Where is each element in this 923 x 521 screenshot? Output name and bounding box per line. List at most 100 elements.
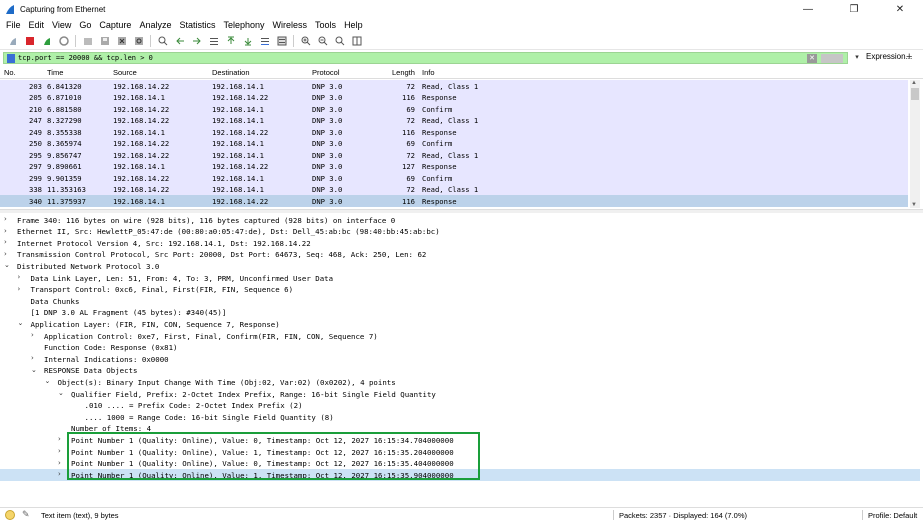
- menu-file[interactable]: File: [6, 20, 21, 30]
- detail-tree-item[interactable]: › Application Control: 0xe7, First, Final…: [0, 330, 920, 342]
- first-packet-icon[interactable]: [225, 35, 237, 47]
- menu-capture[interactable]: Capture: [99, 20, 131, 30]
- menu-edit[interactable]: Edit: [29, 20, 45, 30]
- scroll-up-icon[interactable]: ▲: [911, 80, 917, 86]
- menu-go[interactable]: Go: [79, 20, 91, 30]
- clear-filter-icon[interactable]: ✕: [807, 54, 817, 63]
- capture-comment-icon[interactable]: ✎: [22, 509, 30, 520]
- detail-tree-item[interactable]: ⌄ Application Layer: (FIR, FIN, CON, Sequ…: [0, 318, 920, 330]
- stop-capture-icon[interactable]: [24, 35, 36, 47]
- zoom-reset-icon[interactable]: [334, 35, 346, 47]
- menu-analyze[interactable]: Analyze: [139, 20, 171, 30]
- packet-row[interactable]: 295 9.856747 192.168.14.22 192.168.14.1 DNP …: [0, 149, 908, 161]
- column-header-protocol[interactable]: Protocol: [312, 68, 340, 77]
- menu-wireless[interactable]: Wireless: [273, 20, 308, 30]
- menu-statistics[interactable]: Statistics: [179, 20, 215, 30]
- expand-arrow-icon[interactable]: ›: [4, 250, 7, 258]
- column-header-no[interactable]: No.: [4, 68, 16, 77]
- expand-arrow-icon[interactable]: ›: [58, 435, 61, 443]
- collapse-arrow-icon[interactable]: ⌄: [31, 366, 37, 374]
- scrollbar-thumb[interactable]: [911, 88, 919, 100]
- start-capture-icon[interactable]: [7, 35, 19, 47]
- column-header-source[interactable]: Source: [113, 68, 137, 77]
- detail-tree-item[interactable]: .... 1000 = Range Code: 16-bit Single Fi…: [0, 411, 920, 423]
- expand-arrow-icon[interactable]: ›: [31, 331, 34, 339]
- detail-tree-item[interactable]: [1 DNP 3.0 AL Fragment (45 bytes): #340(…: [0, 307, 920, 319]
- close-button[interactable]: ✕: [877, 0, 923, 18]
- column-header-time[interactable]: Time: [47, 68, 63, 77]
- packet-row[interactable]: 203 6.841320 192.168.14.22 192.168.14.1 DNP …: [0, 80, 908, 92]
- go-back-icon[interactable]: [174, 35, 186, 47]
- last-packet-icon[interactable]: [242, 35, 254, 47]
- restart-capture-icon[interactable]: [41, 35, 53, 47]
- column-header-destination[interactable]: Destination: [212, 68, 250, 77]
- expand-arrow-icon[interactable]: ›: [58, 459, 61, 467]
- open-file-icon[interactable]: [82, 35, 94, 47]
- packet-row[interactable]: 249 8.355338 192.168.14.1 192.168.14.22 DNP …: [0, 126, 908, 138]
- detail-tree-item[interactable]: › Internet Protocol Version 4, Src: 192.1…: [0, 237, 920, 249]
- detail-tree-item[interactable]: ⌄ RESPONSE Data Objects: [0, 365, 920, 377]
- menu-help[interactable]: Help: [344, 20, 363, 30]
- packet-row[interactable]: 205 6.871010 192.168.14.1 192.168.14.22 DNP …: [0, 91, 908, 103]
- expand-arrow-icon[interactable]: ›: [31, 354, 34, 362]
- detail-tree-item[interactable]: › Transport Control: 0xc6, Final, First(F…: [0, 284, 920, 296]
- filter-history-dropdown[interactable]: ▾: [851, 53, 863, 63]
- profile-label[interactable]: Profile: Default: [868, 511, 917, 520]
- zoom-out-icon[interactable]: [317, 35, 329, 47]
- menu-tools[interactable]: Tools: [315, 20, 336, 30]
- collapse-arrow-icon[interactable]: ⌄: [18, 319, 24, 327]
- find-packet-icon[interactable]: [157, 35, 169, 47]
- autoscroll-icon[interactable]: [259, 35, 271, 47]
- detail-tree-item[interactable]: ⌄ Qualifier Field, Prefix: 2-Octet Index …: [0, 388, 920, 400]
- expand-arrow-icon[interactable]: ›: [4, 215, 7, 223]
- expand-arrow-icon[interactable]: ›: [18, 285, 21, 293]
- detail-tree-item[interactable]: › Internal Indications: 0x0000: [0, 353, 920, 365]
- menu-view[interactable]: View: [52, 20, 71, 30]
- display-filter-input[interactable]: tcp.port == 20000 && tcp.len > 0 ✕: [3, 52, 848, 64]
- expand-arrow-icon[interactable]: ›: [58, 447, 61, 455]
- detail-tree-item[interactable]: Function Code: Response (0x81): [0, 342, 920, 354]
- packet-list-scrollbar[interactable]: ▲ ▼: [910, 80, 920, 208]
- close-file-icon[interactable]: [116, 35, 128, 47]
- go-forward-icon[interactable]: [191, 35, 203, 47]
- packet-row[interactable]: 297 9.890661 192.168.14.1 192.168.14.22 DNP …: [0, 160, 908, 172]
- zoom-in-icon[interactable]: [300, 35, 312, 47]
- packet-row[interactable]: 340 11.375937 192.168.14.1 192.168.14.22 DNP…: [0, 195, 908, 207]
- collapse-arrow-icon[interactable]: ⌄: [45, 377, 51, 385]
- expand-arrow-icon[interactable]: ›: [58, 470, 61, 478]
- expand-arrow-icon[interactable]: ›: [18, 273, 21, 281]
- packet-row[interactable]: 338 11.353163 192.168.14.22 192.168.14.1 DNP…: [0, 183, 908, 195]
- packet-row[interactable]: 210 6.881580 192.168.14.22 192.168.14.1 DNP …: [0, 103, 908, 115]
- detail-tree-item[interactable]: › Transmission Control Protocol, Src Port…: [0, 249, 920, 261]
- packet-row[interactable]: 247 8.327290 192.168.14.22 192.168.14.1 DNP …: [0, 114, 908, 126]
- collapse-arrow-icon[interactable]: ⌄: [4, 261, 10, 269]
- bookmark-icon[interactable]: [7, 53, 15, 63]
- detail-tree-item[interactable]: ⌄ Object(s): Binary Input Change With Tim…: [0, 376, 920, 388]
- detail-tree-item[interactable]: .010 .... = Prefix Code: 2-Octet Index P…: [0, 400, 920, 412]
- detail-tree-item[interactable]: › Data Link Layer, Len: 51, From: 4, To: …: [0, 272, 920, 284]
- expand-arrow-icon[interactable]: ›: [4, 238, 7, 246]
- detail-tree-item[interactable]: › Ethernet II, Src: HewlettP_05:47:de (00…: [0, 226, 920, 238]
- go-to-packet-icon[interactable]: [208, 35, 220, 47]
- save-file-icon[interactable]: [99, 35, 111, 47]
- reload-file-icon[interactable]: [133, 35, 145, 47]
- column-header-length[interactable]: Length: [392, 68, 415, 77]
- scroll-down-icon[interactable]: ▼: [911, 202, 917, 208]
- menu-telephony[interactable]: Telephony: [223, 20, 264, 30]
- add-filter-button[interactable]: +: [906, 51, 912, 63]
- packet-row[interactable]: 250 8.365974 192.168.14.22 192.168.14.1 DNP …: [0, 137, 908, 149]
- column-header-info[interactable]: Info: [422, 68, 435, 77]
- detail-tree-item[interactable]: Data Chunks: [0, 295, 920, 307]
- capture-options-icon[interactable]: [58, 35, 70, 47]
- detail-tree-item[interactable]: › Frame 340: 116 bytes on wire (928 bits)…: [0, 214, 920, 226]
- maximize-button[interactable]: ❐: [831, 0, 877, 18]
- expand-arrow-icon[interactable]: ›: [4, 227, 7, 235]
- apply-filter-icon[interactable]: [821, 54, 843, 63]
- colorize-icon[interactable]: [276, 35, 288, 47]
- expert-info-icon[interactable]: [5, 510, 15, 520]
- resize-columns-icon[interactable]: [351, 35, 363, 47]
- collapse-arrow-icon[interactable]: ⌄: [58, 389, 64, 397]
- detail-tree-item[interactable]: ⌄ Distributed Network Protocol 3.0: [0, 260, 920, 272]
- minimize-button[interactable]: —: [785, 0, 831, 18]
- packet-row[interactable]: 299 9.901359 192.168.14.22 192.168.14.1 DNP …: [0, 172, 908, 184]
